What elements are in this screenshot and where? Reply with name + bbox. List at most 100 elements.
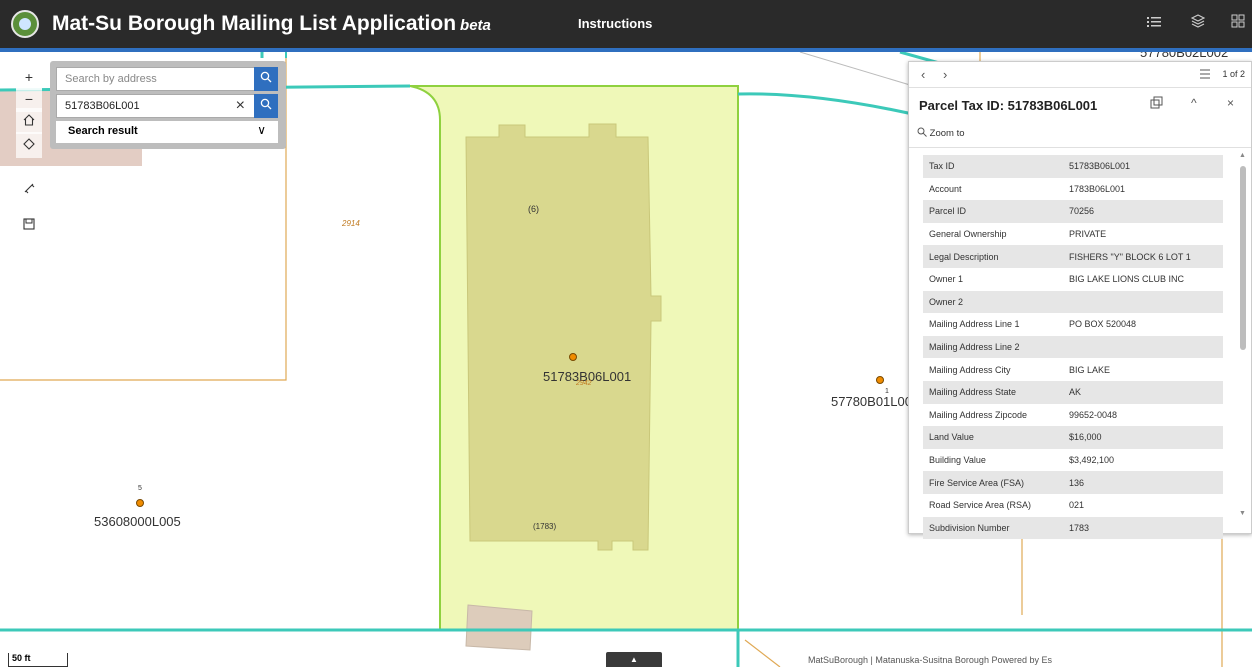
list-icon[interactable] [1144, 14, 1164, 34]
scrollbar-thumb[interactable] [1240, 166, 1246, 350]
instructions-link[interactable]: Instructions [578, 16, 652, 31]
home-icon [23, 114, 35, 126]
scale-bar: 50 ft [8, 653, 68, 667]
scroll-up-icon[interactable]: ▲ [1239, 152, 1246, 159]
attribute-row: Account 1783B06L001 [923, 178, 1223, 201]
home-button[interactable] [16, 108, 42, 134]
block-number-label: (6) [528, 204, 539, 214]
search-panel: Search by address 51783B06L001 × Search … [50, 61, 286, 149]
attribute-value: FISHERS "Y" BLOCK 6 LOT 1 [1063, 245, 1223, 268]
attribute-key: Road Service Area (RSA) [929, 500, 1032, 511]
attribute-table: Tax ID 51783B06L001 Account 1783B06L001 Parc… [923, 155, 1223, 540]
attribute-value: PRIVATE [1069, 229, 1107, 240]
attribute-row: Parcel ID 70256 [923, 200, 1223, 223]
top-right-parcel-label: 57780B02L002 [1140, 52, 1229, 60]
popup-nav-bar: ‹ › 1 of 2 [909, 62, 1251, 88]
feature-popup: ‹ › 1 of 2 Parcel Tax ID: 51783B06L001 ^… [908, 61, 1252, 540]
expand-panel-button[interactable]: ▲ [606, 652, 662, 667]
attribute-value: PO BOX 520048 [1069, 319, 1137, 330]
parcel-search-value: 51783B06L001 [65, 100, 140, 112]
address-search-button[interactable] [254, 67, 278, 91]
right-parcel-number: 1 [885, 388, 889, 395]
search-icon [260, 71, 272, 83]
attribute-value: BIG LAKE LIONS CLUB INC [1069, 274, 1185, 285]
zoom-to-button[interactable]: Zoom to [917, 127, 965, 139]
search-result-label: Search result [68, 125, 138, 137]
borough-logo [11, 10, 39, 38]
attribute-row: Subdivision Number 1783 [923, 516, 1223, 540]
attribute-key: Tax ID [923, 155, 1063, 178]
locate-button[interactable] [16, 132, 42, 158]
attribute-value: 1783 [1063, 516, 1223, 540]
locate-icon [23, 138, 35, 150]
app-header: Mat-Su Borough Mailing List Application b… [0, 0, 1252, 48]
attribute-row: Building Value $3,492,100 [923, 449, 1223, 472]
search-icon [260, 98, 272, 110]
attribute-value: 51783B06L001 [1063, 155, 1223, 178]
attribute-key: Building Value [929, 455, 986, 466]
app-title-text: Mat-Su Borough Mailing List Application [52, 12, 457, 35]
map-attribution: MatSuBorough | Matanuska-Susitna Borough… [808, 655, 1052, 665]
main-parcel-sub-label: 2942 [576, 380, 592, 387]
attribute-row: Mailing Address Line 2 [923, 335, 1223, 359]
zoom-icon [917, 127, 927, 137]
previous-feature-icon[interactable]: ‹ [921, 67, 925, 82]
attribute-key: Owner 1 [929, 274, 964, 285]
attribute-value: 136 [1063, 471, 1223, 494]
attribute-row: General Ownership PRIVATE [923, 223, 1223, 246]
attribute-key: Subdivision Number [923, 516, 1063, 540]
attribute-value: AK [1063, 380, 1223, 404]
parcel-search-field[interactable]: 51783B06L001 × [56, 94, 278, 118]
next-feature-icon[interactable]: › [943, 67, 947, 82]
attribute-key: Parcel ID [923, 200, 1063, 223]
right-parcel-label: 57780B01L00 [831, 394, 912, 409]
attribute-value: $16,000 [1063, 426, 1223, 449]
measure-button[interactable] [16, 176, 42, 202]
clear-icon[interactable]: × [236, 98, 245, 114]
popup-scrollbar[interactable]: ▲ ▼ [1239, 152, 1246, 520]
attribute-key: Land Value [923, 426, 1063, 449]
boundary-bottom-diag [744, 639, 781, 667]
attribute-value: BIG LAKE [1069, 364, 1111, 375]
measure-icon [24, 183, 35, 194]
attribute-key: Fire Service Area (FSA) [923, 471, 1063, 494]
attribute-value: 1783B06L001 [1069, 183, 1126, 194]
subdivision-label: (1783) [533, 522, 557, 531]
attribute-key: Mailing Address Line 1 [929, 319, 1020, 330]
collapse-icon[interactable]: ^ [1191, 96, 1197, 110]
feature-list-icon[interactable] [1199, 68, 1211, 83]
zoom-to-label: Zoom to [929, 128, 965, 139]
outbuilding [465, 604, 533, 651]
attribute-key: Account [929, 183, 962, 194]
parcel-point-right [876, 376, 884, 384]
attribute-row: Mailing Address City BIG LAKE [923, 358, 1223, 381]
attribute-value [1063, 335, 1223, 359]
close-icon[interactable]: × [1227, 96, 1234, 110]
attribute-value: 99652-0048 [1069, 409, 1118, 420]
attribute-row: Owner 1 BIG LAKE LIONS CLUB INC [923, 268, 1223, 291]
address-search-field[interactable]: Search by address [56, 67, 278, 91]
app-title: Mat-Su Borough Mailing List Application b… [52, 12, 491, 36]
grid-icon[interactable] [1228, 14, 1248, 34]
attribute-value: $3,492,100 [1069, 455, 1115, 466]
popup-divider [909, 147, 1251, 148]
print-button[interactable] [16, 212, 42, 238]
chevron-down-icon: ∨ [257, 123, 266, 137]
attribute-row: Fire Service Area (FSA) 136 [923, 471, 1223, 494]
attribute-key: Mailing Address City [929, 364, 1011, 375]
building-footprint [465, 123, 662, 551]
parcel-search-button[interactable] [254, 94, 278, 118]
attribute-row: Mailing Address State AK [923, 380, 1223, 404]
attribute-row: Road Service Area (RSA) 021 [923, 494, 1223, 517]
attribute-key: General Ownership [929, 229, 1007, 240]
attribute-value: 70256 [1063, 200, 1223, 223]
beta-tag: beta [460, 17, 491, 34]
save-icon [23, 218, 35, 230]
attribute-key: Mailing Address State [923, 380, 1063, 404]
attribute-row: Owner 2 [923, 290, 1223, 314]
layers-icon[interactable] [1188, 14, 1208, 34]
scroll-down-icon[interactable]: ▼ [1239, 510, 1246, 517]
search-result-dropdown[interactable]: Search result ∨ [56, 121, 278, 143]
dock-icon[interactable] [1150, 96, 1163, 112]
attribute-row: Mailing Address Zipcode 99652-0048 [923, 404, 1223, 427]
